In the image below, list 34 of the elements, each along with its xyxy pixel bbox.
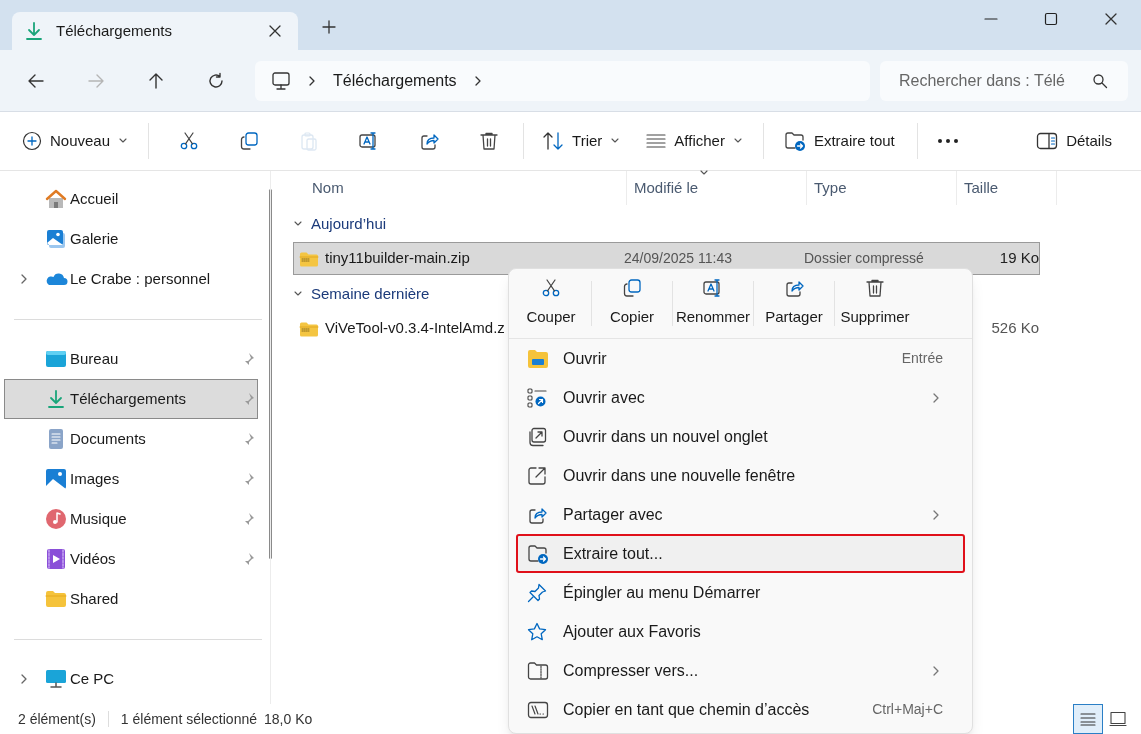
menu-item-label: Ajouter aux Favoris: [563, 621, 702, 642]
sidebar-label: Vidéos: [70, 548, 117, 569]
menu-item-label: Extraire tout...: [563, 543, 664, 564]
file-name: ViVeTool-v0.3.4-IntelAmd.z: [325, 318, 505, 339]
shortcut-text: Entrée: [901, 349, 943, 368]
menu-item-label: Compresser vers...: [563, 660, 700, 681]
menu-item-label: Ouvrir dans un nouvel onglet: [563, 426, 769, 447]
sidebar-label: Bureau: [70, 348, 120, 369]
menu-item-label: Ouvrir dans une nouvelle fenêtre: [563, 465, 797, 486]
sidebar-label: Téléchargements: [70, 388, 187, 409]
shortcut-text: Ctrl+Maj+C: [872, 700, 943, 719]
file-type: Dossier compressé: [804, 250, 924, 267]
search-input: Rechercher dans : Télé: [899, 68, 1092, 93]
sidebar-label: Accueil: [70, 188, 120, 209]
file-name: tiny11builder-main.zip: [325, 248, 470, 269]
sidebar-label: Le Crabe : personnel: [70, 268, 212, 289]
item-count: 2 élément(s): [18, 709, 96, 729]
sidebar-label: Images: [70, 468, 121, 489]
selection-size: 18,0 Ko: [264, 709, 313, 729]
sidebar-label: Shared: [70, 588, 120, 609]
menu-item-label: Épingler au menu Démarrer: [563, 582, 762, 603]
sidebar-label: Documents: [70, 428, 147, 449]
modified-date: 24/09/2025 11:43: [624, 250, 732, 267]
menu-item-label: Copier en tant que chemin d’accès: [563, 699, 811, 720]
menu-item-label: Partager avec: [563, 504, 664, 525]
file-size: 526 Ko: [991, 318, 1039, 339]
menu-item-label: Ouvrir: [563, 348, 608, 369]
sidebar-label: Ce PC: [70, 668, 116, 689]
menu-item-label: Ouvrir avec: [563, 387, 646, 408]
sidebar-label: Musique: [70, 508, 128, 529]
sidebar-label: Galerie: [70, 228, 120, 249]
file-size: 19 Ko: [999, 248, 1039, 269]
selection-info: 1 élément sélectionné: [120, 709, 257, 729]
tab-title: Téléchargements: [56, 20, 173, 41]
